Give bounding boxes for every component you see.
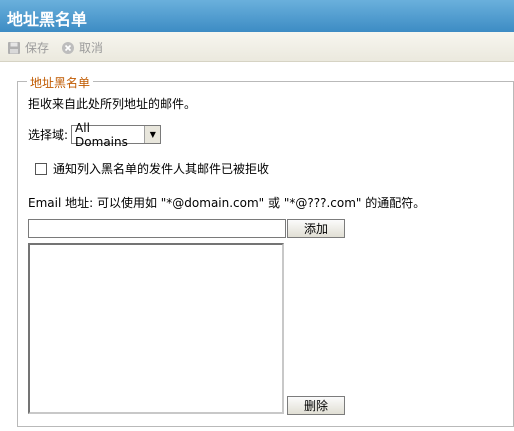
cancel-button[interactable]: 取消 (61, 39, 103, 56)
chevron-down-icon[interactable]: ▼ (144, 126, 161, 143)
save-label: 保存 (25, 41, 50, 55)
blacklist-listbox[interactable] (28, 243, 284, 414)
email-help-text: Email 地址: 可以使用如 "*@domain.com" 或 "*@???.… (28, 196, 426, 210)
notify-checkbox[interactable] (35, 162, 47, 175)
cancel-icon (62, 41, 74, 54)
notify-row: 通知列入黑名单的发件人其邮件已被拒收 (35, 160, 269, 177)
window-title: 地址黑名单 (0, 0, 514, 32)
group-legend: 地址黑名单 (27, 74, 94, 91)
add-button[interactable]: 添加 (287, 219, 345, 238)
notify-label: 通知列入黑名单的发件人其邮件已被拒收 (53, 162, 270, 176)
save-button[interactable]: 保存 (7, 39, 49, 56)
cancel-label: 取消 (79, 41, 104, 55)
toolbar: 保存 取消 (0, 32, 514, 62)
domain-select[interactable]: All Domains ▼ (71, 121, 162, 149)
domain-select-value: All Domains (75, 120, 128, 149)
domain-row: 选择域: All Domains ▼ (28, 121, 162, 149)
floppy-disk-icon (8, 41, 20, 54)
delete-button[interactable]: 删除 (287, 396, 345, 415)
domain-label: 选择域: (28, 128, 69, 142)
email-input[interactable] (28, 219, 286, 238)
description-text: 拒收来自此处所列地址的邮件。 (28, 97, 197, 111)
